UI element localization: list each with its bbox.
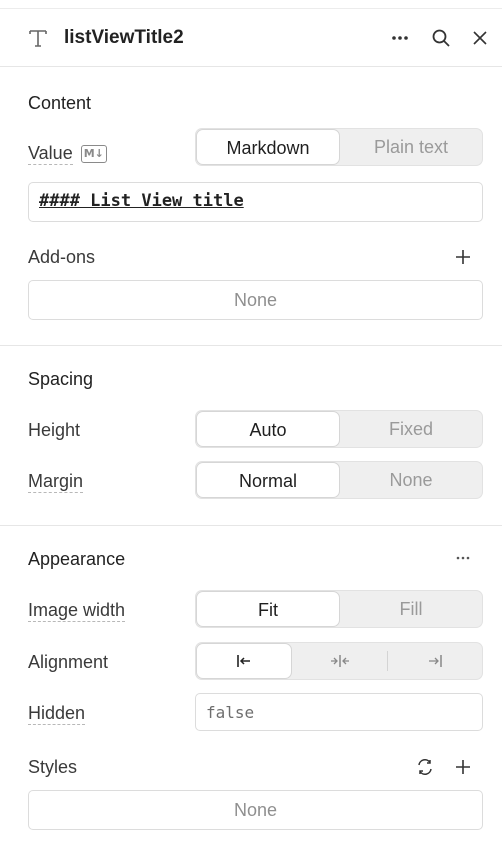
more-horizontal-icon[interactable] — [451, 546, 475, 570]
value-mode-toggle[interactable]: Markdown Plain text — [195, 128, 483, 166]
align-left-icon[interactable] — [196, 643, 292, 679]
value-editor[interactable]: #### List View title — [28, 182, 483, 222]
value-mode-markdown[interactable]: Markdown — [196, 129, 340, 165]
image-width-fill[interactable]: Fill — [340, 591, 482, 627]
divider — [0, 525, 502, 526]
height-label: Height — [28, 420, 81, 440]
value-label-text: Value — [28, 143, 73, 165]
add-style-icon[interactable] — [451, 755, 475, 779]
divider — [0, 345, 502, 346]
height-auto[interactable]: Auto — [196, 411, 340, 447]
hidden-label: Hidden — [28, 701, 86, 725]
spacing-section-title: Spacing — [28, 369, 94, 389]
inspector-header: listViewTitle2 — [0, 8, 502, 67]
styles-label: Styles — [28, 757, 78, 777]
align-right-icon[interactable] — [388, 643, 482, 679]
hidden-label-text: Hidden — [28, 703, 86, 725]
height-fixed[interactable]: Fixed — [340, 411, 482, 447]
margin-label-text: Margin — [28, 471, 84, 493]
value-label: Value M↓ — [28, 141, 107, 165]
margin-toggle[interactable]: Normal None — [195, 461, 483, 499]
styles-list[interactable]: None — [28, 790, 483, 830]
align-center-icon[interactable] — [292, 643, 388, 679]
content-section-title: Content — [28, 93, 92, 113]
image-width-label: Image width — [28, 598, 126, 622]
value-mode-plain-text[interactable]: Plain text — [340, 129, 482, 165]
margin-normal[interactable]: Normal — [196, 462, 340, 498]
image-width-fit[interactable]: Fit — [196, 591, 340, 627]
margin-label: Margin — [28, 469, 84, 493]
appearance-section-title: Appearance — [28, 549, 126, 569]
text-type-icon — [26, 26, 50, 50]
search-icon[interactable] — [428, 25, 454, 51]
addons-list[interactable]: None — [28, 280, 483, 320]
image-width-label-text: Image width — [28, 600, 126, 622]
alignment-label: Alignment — [28, 652, 109, 672]
refresh-icon[interactable] — [413, 755, 437, 779]
value-text[interactable]: #### List View title — [39, 191, 244, 211]
margin-none[interactable]: None — [340, 462, 482, 498]
image-width-toggle[interactable]: Fit Fill — [195, 590, 483, 628]
alignment-toggle[interactable] — [195, 642, 483, 680]
addons-label: Add-ons — [28, 247, 96, 267]
more-horizontal-icon[interactable] — [387, 25, 413, 51]
component-title[interactable]: listViewTitle2 — [64, 26, 184, 50]
height-toggle[interactable]: Auto Fixed — [195, 410, 483, 448]
hidden-input[interactable]: false — [195, 693, 483, 731]
hidden-value[interactable]: false — [206, 703, 254, 722]
close-icon[interactable] — [467, 25, 493, 51]
markdown-icon: M↓ — [80, 145, 107, 164]
add-addon-icon[interactable] — [451, 245, 475, 269]
